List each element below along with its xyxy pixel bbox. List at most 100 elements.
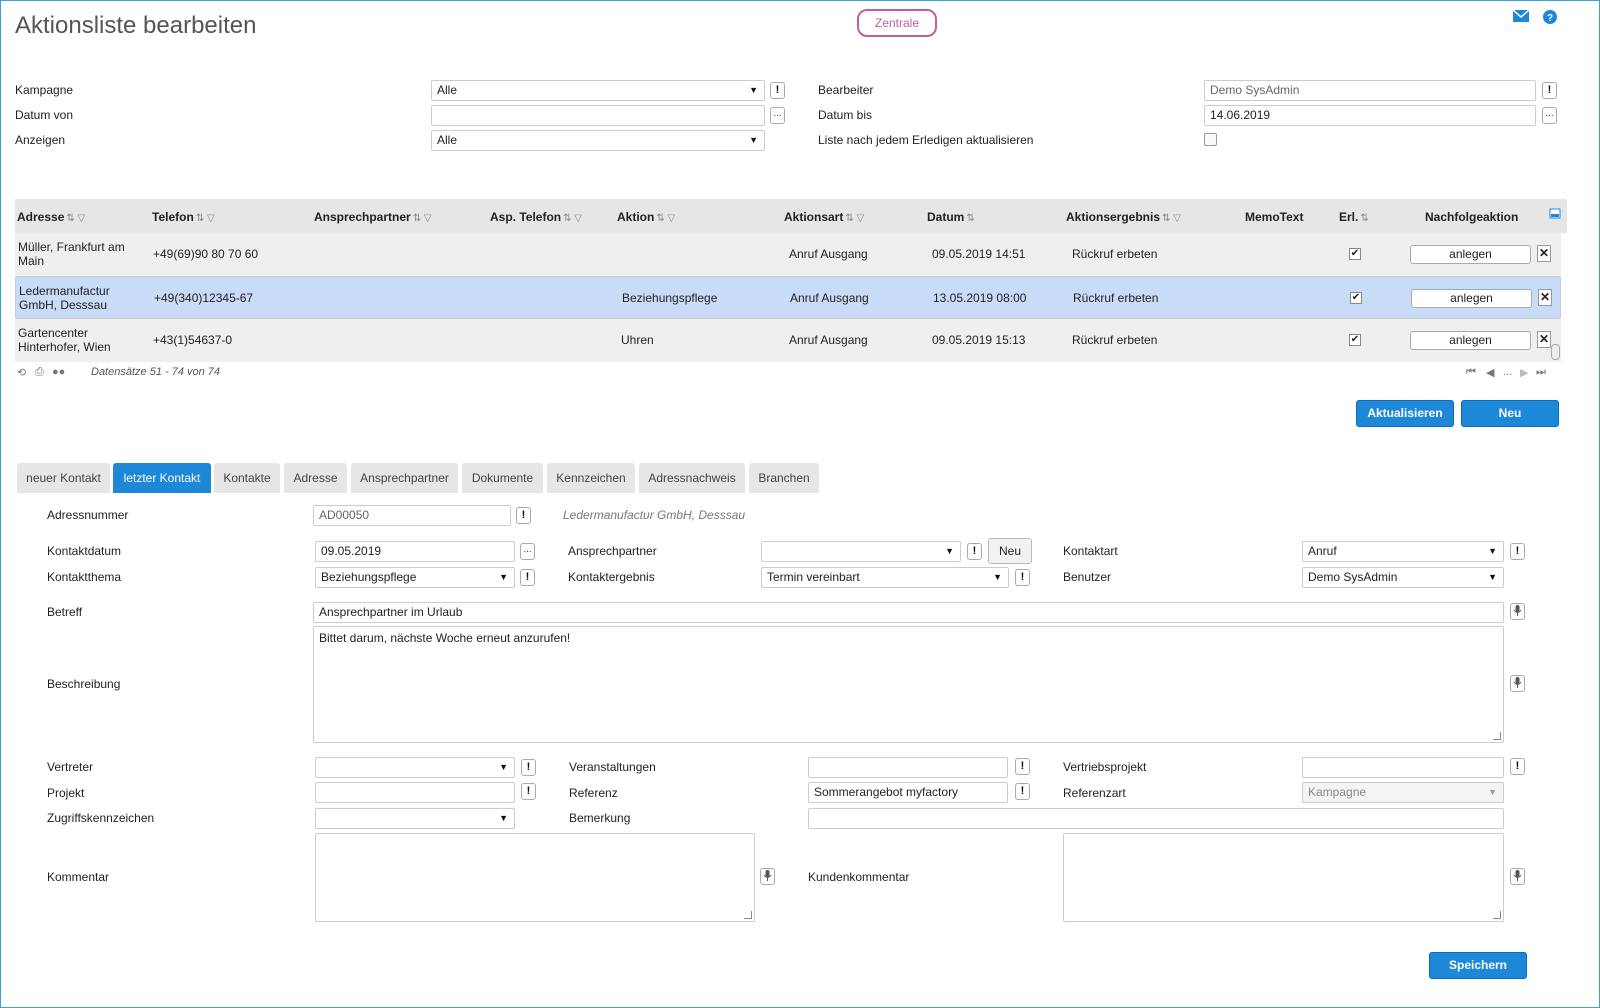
next-page-icon[interactable]: ▶ <box>1520 366 1528 379</box>
kontaktdatum-input[interactable]: 09.05.2019 <box>315 541 515 562</box>
kontaktart-select[interactable]: Anruf ▼ <box>1302 541 1504 562</box>
kommentar-mic-icon[interactable] <box>760 868 775 885</box>
resize-handle[interactable] <box>744 911 752 919</box>
table-row[interactable]: Müller, Frankfurt am Main +49(69)90 80 70… <box>15 233 1561 276</box>
first-page-icon[interactable]: ⏮ <box>1466 366 1476 379</box>
tab-kontakte[interactable]: Kontakte <box>214 463 280 493</box>
tab-letzter-kontakt[interactable]: letzter Kontakt <box>113 463 211 493</box>
table-row[interactable]: Ledermanufactur GmbH, Desssau +49(340)123… <box>15 276 1561 319</box>
ansprechpartner-select[interactable]: ▼ <box>761 541 961 562</box>
grid-scrollbar[interactable] <box>1551 344 1560 360</box>
col-asp-telefon[interactable]: Asp. Telefon ⇅ ▽ <box>490 210 582 224</box>
sort-filter-icon[interactable]: ⇅ ▽ <box>196 213 215 224</box>
referenz-input[interactable]: Sommerangebot myfactory <box>808 782 1008 803</box>
col-nachfolgeaktion[interactable]: Nachfolgeaktion <box>1425 210 1518 224</box>
col-aktion[interactable]: Aktion ⇅ ▽ <box>617 210 675 224</box>
refresh-icon[interactable]: ⟲ <box>17 366 26 379</box>
erledigt-checkbox[interactable]: ✔ <box>1349 248 1361 260</box>
col-aktionsart[interactable]: Aktionsart ⇅ ▽ <box>784 210 864 224</box>
benutzer-select[interactable]: Demo SysAdmin ▼ <box>1302 567 1504 588</box>
datum-bis-input[interactable]: 14.06.2019 <box>1204 105 1536 126</box>
ansprechpartner-new-button[interactable]: Neu <box>988 538 1032 564</box>
tab-adressnachweis[interactable]: Adressnachweis <box>639 463 745 493</box>
sort-filter-icon[interactable]: ⇅ ▽ <box>413 213 432 224</box>
tab-neuer-kontakt[interactable]: neuer Kontakt <box>17 463 110 493</box>
kontaktdatum-picker-button[interactable]: ... <box>520 543 535 560</box>
neu-button[interactable]: Neu <box>1461 400 1559 427</box>
delete-row-icon[interactable]: ✕ <box>1537 245 1551 262</box>
sort-icon[interactable]: ⇅ <box>966 213 974 224</box>
kampagne-info-button[interactable]: ! <box>770 82 785 99</box>
prev-page-icon[interactable]: ◀ <box>1486 366 1494 379</box>
column-settings-icon[interactable] <box>1549 208 1561 223</box>
vertreter-select[interactable]: ▼ <box>315 757 515 778</box>
tab-branchen[interactable]: Branchen <box>749 463 819 493</box>
kundenkommentar-mic-icon[interactable] <box>1510 868 1525 885</box>
kommentar-textarea[interactable] <box>315 833 755 922</box>
cell-telefon[interactable]: +43(1)54637-0 <box>153 333 232 347</box>
kontaktthema-info-button[interactable]: ! <box>520 569 535 586</box>
adressnummer-input[interactable]: AD00050 <box>313 505 511 526</box>
beschreibung-textarea[interactable]: Bittet darum, nächste Woche erneut anzur… <box>313 626 1504 743</box>
ansprechpartner-info-button[interactable]: ! <box>967 543 982 560</box>
delete-row-icon[interactable]: ✕ <box>1537 331 1551 348</box>
veranstaltungen-info-button[interactable]: ! <box>1015 758 1030 775</box>
kampagne-select[interactable]: Alle ▼ <box>431 80 765 101</box>
sort-filter-icon[interactable]: ⇅ ▽ <box>845 213 864 224</box>
veranstaltungen-input[interactable] <box>808 757 1008 778</box>
col-adresse[interactable]: Adresse ⇅ ▽ <box>17 210 85 224</box>
projekt-info-button[interactable]: ! <box>521 783 536 800</box>
datum-von-picker-button[interactable]: ... <box>770 107 785 124</box>
erledigt-checkbox[interactable]: ✔ <box>1350 292 1362 304</box>
betreff-mic-icon[interactable] <box>1510 603 1525 620</box>
vertreter-info-button[interactable]: ! <box>521 759 536 776</box>
datum-bis-picker-button[interactable]: ... <box>1542 107 1557 124</box>
anlegen-button[interactable]: anlegen <box>1410 245 1531 264</box>
col-ansprechpartner[interactable]: Ansprechpartner ⇅ ▽ <box>314 210 432 224</box>
last-page-icon[interactable]: ⏭ <box>1536 366 1546 379</box>
print-icon[interactable]: ⎙ <box>35 366 44 379</box>
sort-filter-icon[interactable]: ⇅ ▽ <box>656 213 675 224</box>
adressnummer-info-button[interactable]: ! <box>516 507 531 524</box>
anlegen-button[interactable]: anlegen <box>1410 331 1531 350</box>
sort-icon[interactable]: ⇅ <box>1360 213 1368 224</box>
sort-filter-icon[interactable]: ⇅ ▽ <box>66 213 85 224</box>
kontaktergebnis-info-button[interactable]: ! <box>1015 569 1030 586</box>
sort-filter-icon[interactable]: ⇅ ▽ <box>1162 213 1181 224</box>
settings-dots-icon[interactable]: ●● <box>52 366 65 378</box>
mail-icon[interactable] <box>1512 9 1530 24</box>
branch-button[interactable]: Zentrale <box>857 9 937 37</box>
anlegen-button[interactable]: anlegen <box>1411 289 1532 308</box>
projekt-input[interactable] <box>315 782 515 803</box>
zugriffskennzeichen-select[interactable]: ▼ <box>315 808 515 829</box>
resize-handle[interactable] <box>1493 911 1501 919</box>
refresh-checkbox[interactable] <box>1204 133 1217 146</box>
bearbeiter-info-button[interactable]: ! <box>1542 82 1557 99</box>
aktualisieren-button[interactable]: Aktualisieren <box>1356 400 1454 427</box>
cell-telefon[interactable]: +49(340)12345-67 <box>154 291 253 305</box>
resize-handle[interactable] <box>1493 732 1501 740</box>
sort-filter-icon[interactable]: ⇅ ▽ <box>563 213 582 224</box>
tab-kennzeichen[interactable]: Kennzeichen <box>547 463 635 493</box>
col-aktionsergebnis[interactable]: Aktionsergebnis ⇅ ▽ <box>1066 210 1181 224</box>
bearbeiter-input[interactable]: Demo SysAdmin <box>1204 80 1536 101</box>
tab-ansprechpartner[interactable]: Ansprechpartner <box>351 463 458 493</box>
datum-von-input[interactable] <box>431 105 765 126</box>
help-icon[interactable]: ? <box>1542 10 1558 24</box>
page-ellipsis[interactable]: ... <box>1503 366 1512 378</box>
anzeigen-select[interactable]: Alle ▼ <box>431 130 765 151</box>
kontaktart-info-button[interactable]: ! <box>1510 543 1525 560</box>
kontaktergebnis-select[interactable]: Termin vereinbart ▼ <box>761 567 1009 588</box>
table-row[interactable]: Gartencenter Hinterhofer, Wien +43(1)5463… <box>15 319 1561 362</box>
vertriebsprojekt-input[interactable] <box>1302 757 1504 778</box>
tab-adresse[interactable]: Adresse <box>284 463 347 493</box>
speichern-button[interactable]: Speichern <box>1429 952 1527 979</box>
tab-dokumente[interactable]: Dokumente <box>462 463 543 493</box>
referenz-info-button[interactable]: ! <box>1015 783 1030 800</box>
referenzart-select[interactable]: Kampagne ▼ <box>1302 782 1504 803</box>
col-telefon[interactable]: Telefon ⇅ ▽ <box>152 210 215 224</box>
kontaktthema-select[interactable]: Beziehungspflege ▼ <box>315 567 515 588</box>
kundenkommentar-textarea[interactable] <box>1063 833 1504 922</box>
col-memotext[interactable]: MemoText <box>1245 210 1303 224</box>
col-erl[interactable]: Erl. ⇅ <box>1339 210 1369 224</box>
